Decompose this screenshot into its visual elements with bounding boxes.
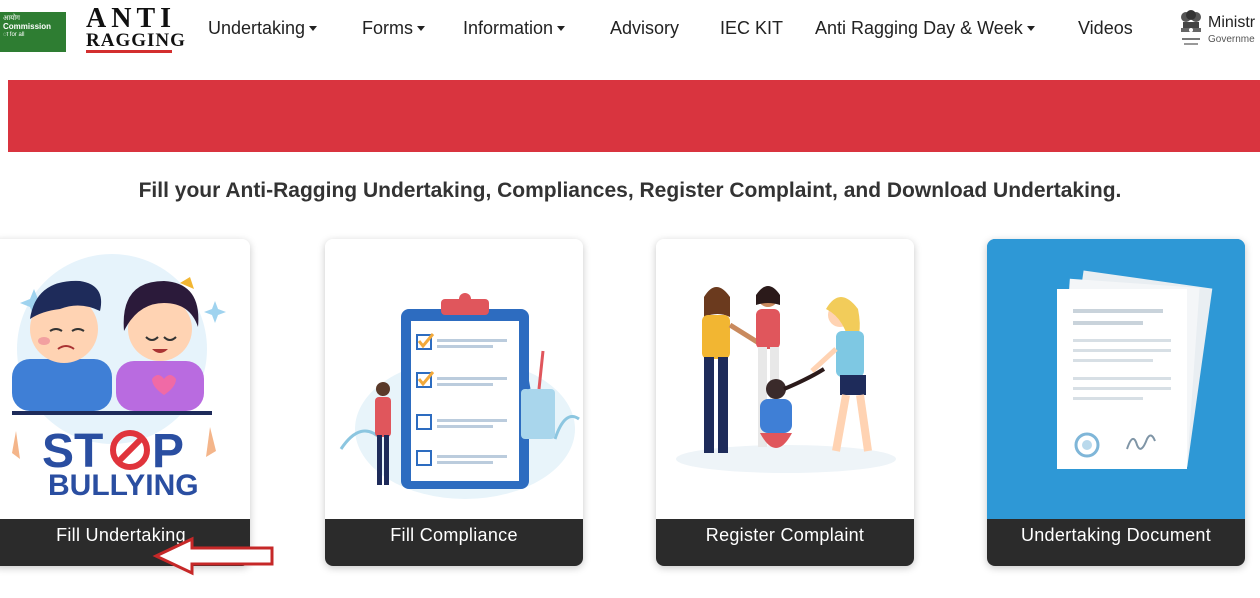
nav-anti-ragging-day-week[interactable]: Anti Ragging Day & Week (815, 18, 1035, 39)
ministry-line2: Governme (1208, 34, 1255, 45)
national-emblem-icon (1181, 10, 1201, 45)
card-register-complaint[interactable]: Register Complaint (656, 239, 914, 566)
nav-anti-ragging-day-week-label: Anti Ragging Day & Week (815, 18, 1023, 38)
card-fill-compliance[interactable]: Fill Compliance (325, 239, 583, 566)
card-fill-undertaking[interactable]: ST P BULLYING Fill Undertaking (0, 239, 250, 566)
stop-bullying-illustration: ST P BULLYING (0, 239, 250, 519)
nav-undertaking[interactable]: Undertaking (208, 18, 318, 39)
card-label-register-complaint: Register Complaint (656, 519, 914, 566)
card-label-undertaking-document: Undertaking Document (987, 519, 1245, 566)
red-banner (8, 80, 1260, 152)
logo-ragging: RAGGING (86, 30, 186, 53)
nav-advisory[interactable]: Advisory (610, 18, 679, 39)
logo-anti: ANTI (86, 3, 177, 34)
nav-forms-label: Forms (362, 18, 413, 38)
anti-ragging-logo[interactable]: ANTI RAGGING (86, 3, 186, 54)
nav-advisory-label: Advisory (610, 18, 680, 38)
nav-iec-kit[interactable]: IEC KIT (720, 18, 783, 39)
bullying-group-illustration (656, 239, 914, 519)
caret-down-icon (1026, 26, 1035, 31)
nav-information-label: Information (463, 18, 554, 38)
caret-down-icon (309, 26, 318, 31)
card-undertaking-document[interactable]: Undertaking Document (987, 239, 1245, 566)
annotation-arrow-icon (152, 536, 274, 576)
nav-iec-kit-label: IEC KIT (720, 18, 784, 38)
page-tagline: Fill your Anti-Ragging Undertaking, Comp… (138, 179, 1122, 202)
art-word-bullying: BULLYING (48, 469, 199, 502)
nav-videos[interactable]: Videos (1078, 18, 1133, 39)
nav-information[interactable]: Information (463, 18, 566, 39)
card-label-fill-compliance: Fill Compliance (325, 519, 583, 566)
caret-down-icon (417, 26, 425, 31)
nav-forms[interactable]: Forms (362, 18, 425, 39)
nav-videos-label: Videos (1078, 18, 1133, 38)
ugc-logo[interactable]: आयोग Commission ा for all (0, 12, 66, 52)
ministry-logo[interactable]: Ministr Governme (1178, 8, 1260, 54)
document-stack-illustration (987, 239, 1245, 519)
ministry-line1: Ministr (1208, 14, 1256, 31)
ugc-logo-line3: ा for all (3, 32, 25, 38)
nav-undertaking-label: Undertaking (208, 18, 306, 38)
checklist-clipboard-illustration (325, 239, 583, 519)
site-header: आयोग Commission ा for all ANTI RAGGING U… (0, 0, 1260, 62)
ugc-logo-line2: Commission (3, 22, 52, 31)
caret-down-icon (557, 26, 566, 31)
